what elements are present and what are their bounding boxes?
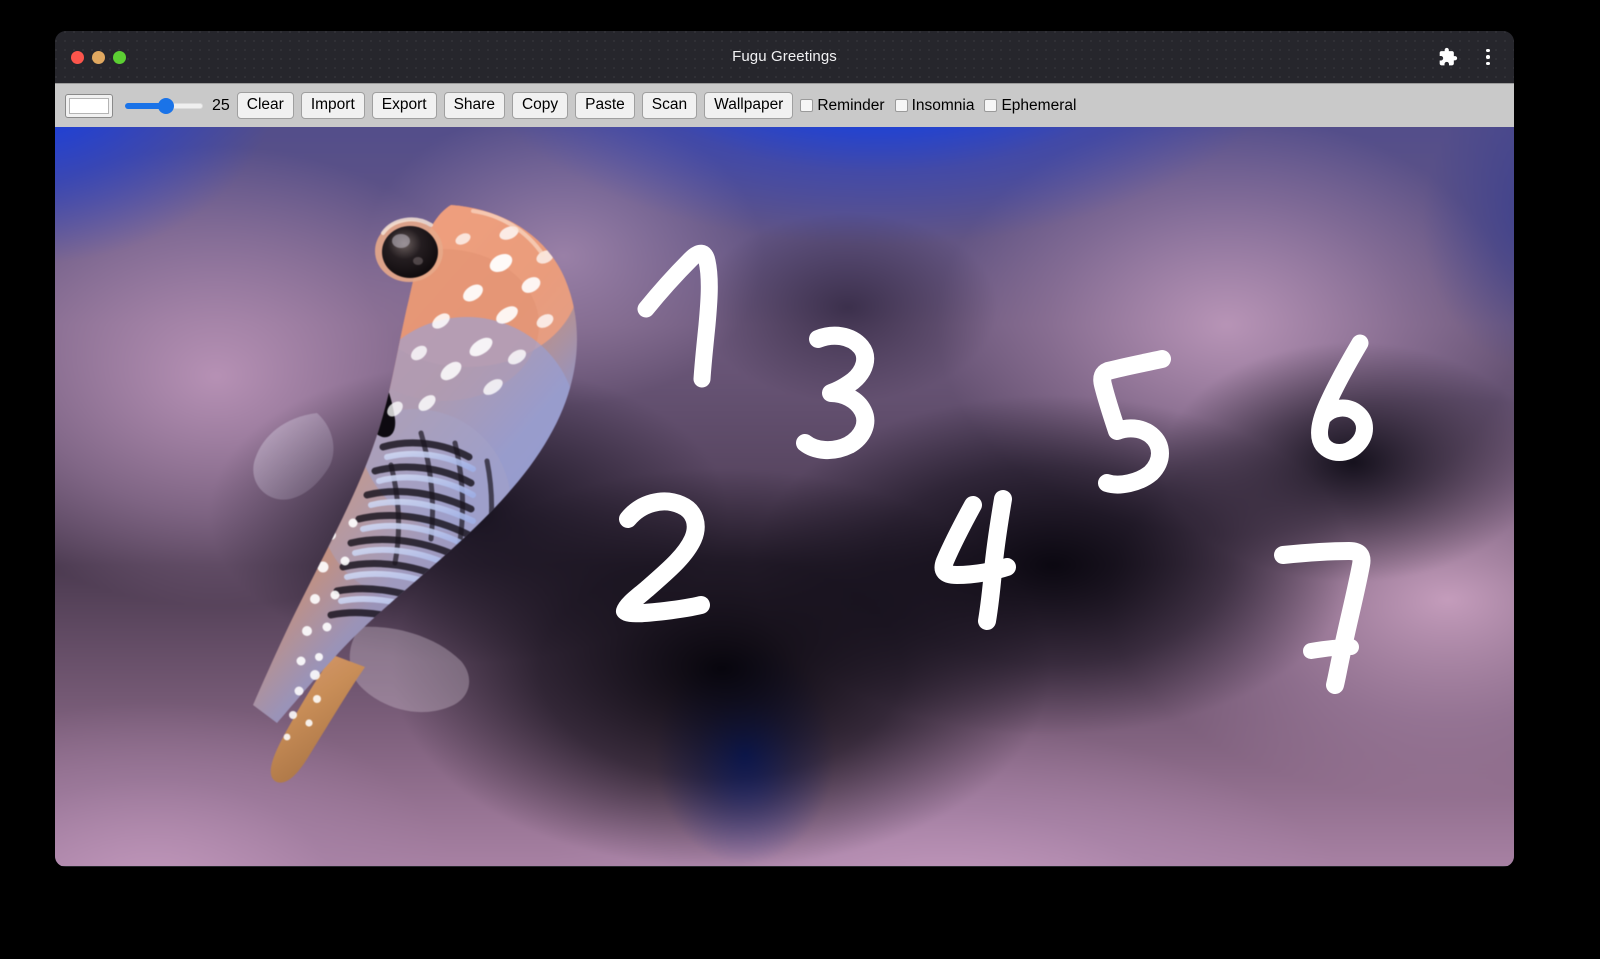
maximize-window-button[interactable] bbox=[113, 50, 126, 64]
paste-button[interactable]: Paste bbox=[575, 92, 635, 119]
wallpaper-button[interactable]: Wallpaper bbox=[704, 92, 794, 119]
toolbar: 25 Clear Import Export Share Copy Paste … bbox=[55, 83, 1514, 127]
drawing-canvas[interactable] bbox=[55, 127, 1514, 866]
clear-button[interactable]: Clear bbox=[236, 92, 294, 119]
brush-size-value: 25 bbox=[212, 96, 230, 114]
brush-size-slider[interactable] bbox=[125, 95, 203, 117]
scan-button[interactable]: Scan bbox=[641, 92, 698, 119]
more-menu-kebab-icon[interactable] bbox=[1476, 45, 1500, 69]
pufferfish-illustration bbox=[253, 205, 577, 783]
app-root: Fugu Greetings 25 Clear Import Export Sh… bbox=[0, 0, 1600, 959]
insomnia-checkbox[interactable] bbox=[894, 99, 908, 112]
insomnia-checkbox-row[interactable]: Insomnia bbox=[894, 96, 975, 115]
extensions-puzzle-icon[interactable] bbox=[1436, 45, 1460, 69]
app-window: Fugu Greetings 25 Clear Import Export Sh… bbox=[55, 31, 1514, 867]
color-picker-swatch-fill bbox=[69, 97, 109, 114]
title-bar-actions bbox=[1436, 31, 1500, 83]
reminder-checkbox-row[interactable]: Reminder bbox=[800, 96, 885, 115]
color-picker-swatch[interactable] bbox=[65, 93, 113, 118]
window-title: Fugu Greetings bbox=[732, 48, 837, 65]
insomnia-checkbox-label: Insomnia bbox=[911, 96, 975, 114]
slider-thumb[interactable] bbox=[158, 97, 174, 114]
copy-button[interactable]: Copy bbox=[511, 92, 569, 119]
ephemeral-checkbox[interactable] bbox=[984, 99, 998, 112]
close-window-button[interactable] bbox=[71, 50, 84, 64]
import-button[interactable]: Import bbox=[300, 92, 365, 119]
share-button[interactable]: Share bbox=[443, 92, 505, 119]
export-button[interactable]: Export bbox=[371, 92, 437, 119]
minimize-window-button[interactable] bbox=[92, 50, 105, 64]
ephemeral-checkbox-row[interactable]: Ephemeral bbox=[984, 97, 1076, 115]
traffic-light-buttons bbox=[71, 31, 126, 83]
title-bar: Fugu Greetings bbox=[55, 31, 1514, 83]
ephemeral-checkbox-label: Ephemeral bbox=[1001, 96, 1077, 114]
reminder-checkbox[interactable] bbox=[800, 99, 814, 112]
reminder-checkbox-label: Reminder bbox=[817, 96, 885, 114]
